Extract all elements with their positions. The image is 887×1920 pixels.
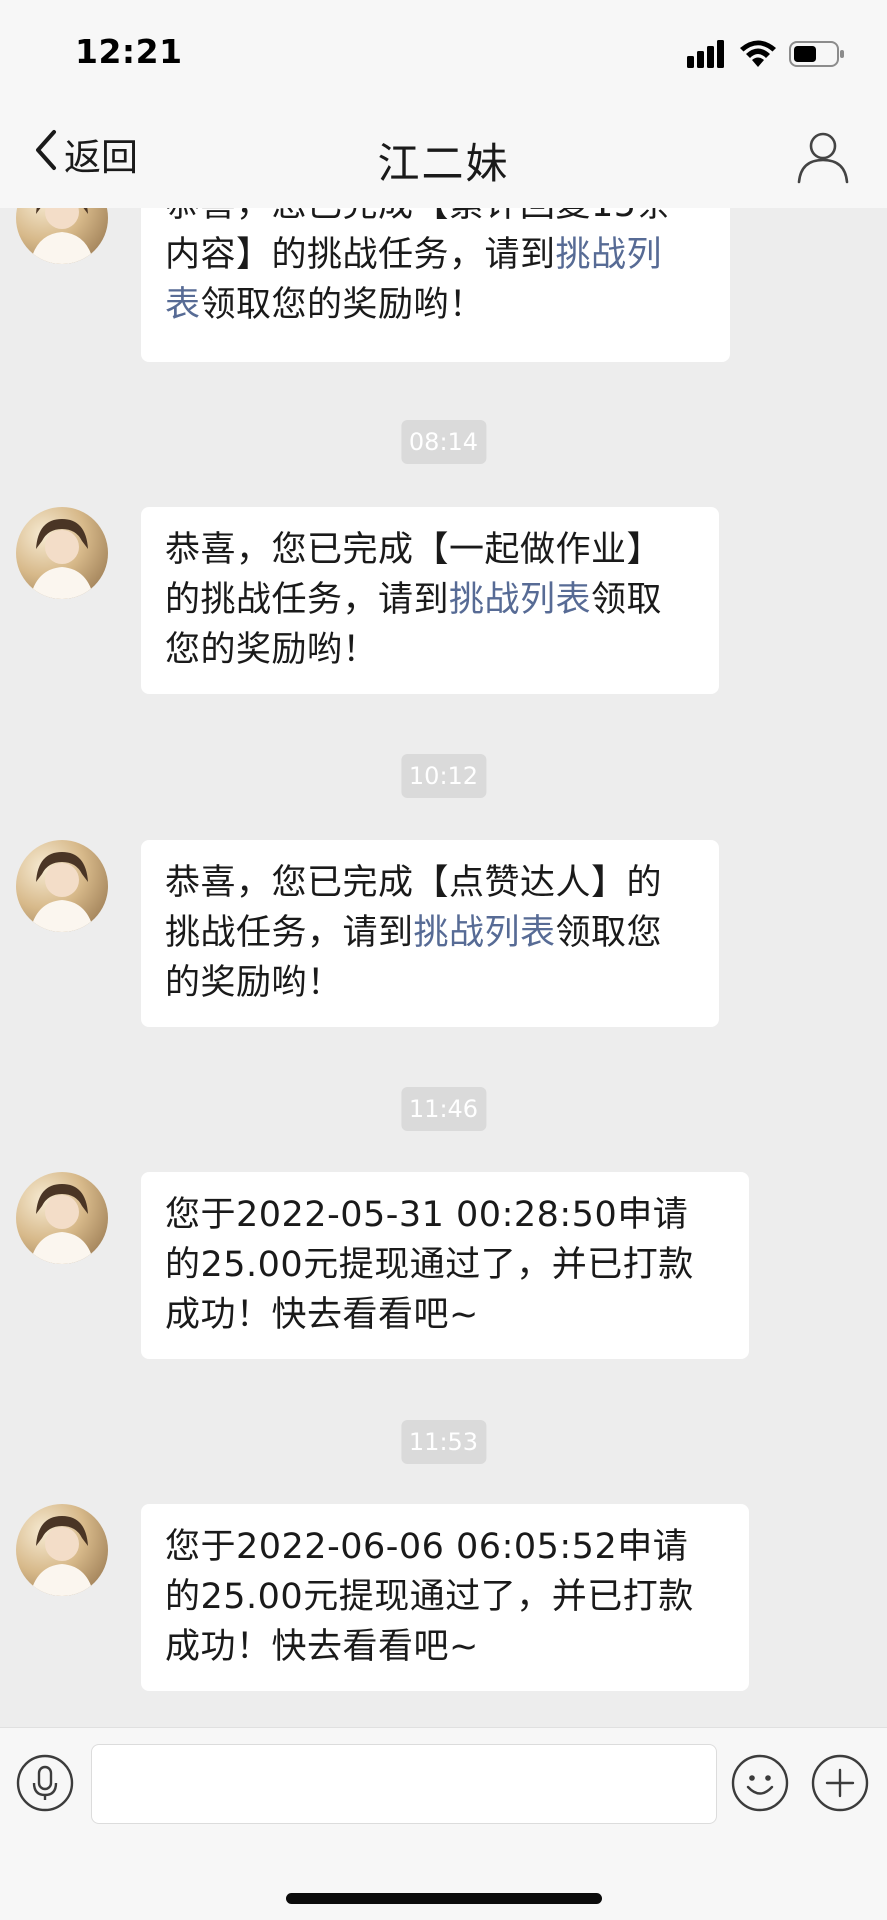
page-title: 江二妹	[377, 139, 510, 188]
home-area	[0, 1842, 887, 1920]
person-icon	[795, 132, 851, 188]
microphone-icon	[16, 1754, 74, 1816]
avatar[interactable]	[16, 1172, 108, 1264]
plus-icon	[811, 1754, 869, 1816]
message-line: 内容】的挑战任务，请到挑战列	[165, 235, 663, 275]
challenge-list-link[interactable]: 挑战列表	[414, 913, 556, 953]
battery-icon	[789, 40, 845, 72]
avatar[interactable]	[16, 840, 108, 932]
nav-bar: 返回 江二妹	[0, 100, 887, 208]
challenge-list-link[interactable]: 表	[165, 285, 201, 325]
message-list[interactable]: 恭喜，您已完成【累计回复15条 内容】的挑战任务，请到挑战列 表领取您的奖励哟！…	[0, 0, 887, 1727]
cellular-signal-icon	[687, 40, 727, 72]
message-line: 挑战任务，请到挑战列表领取您	[165, 913, 663, 953]
message-line: 的25.00元提现通过了，并已打款	[165, 1245, 694, 1285]
voice-button[interactable]	[16, 1754, 74, 1812]
profile-button[interactable]	[795, 128, 851, 184]
message-line: 的25.00元提现通过了，并已打款	[165, 1577, 694, 1617]
timestamp: 08:14	[400, 420, 487, 464]
message-line: 您于2022-05-31 00:28:50申请	[165, 1195, 689, 1235]
message-bubble: 您于2022-05-31 00:28:50申请 的25.00元提现通过了，并已打…	[141, 1172, 749, 1359]
timestamp: 11:53	[400, 1420, 487, 1464]
message-line: 恭喜，您已完成【点赞达人】的	[165, 863, 663, 903]
avatar[interactable]	[16, 1504, 108, 1596]
message-line: 的挑战任务，请到挑战列表领取	[165, 580, 663, 620]
message-line: 您于2022-06-06 06:05:52申请	[165, 1527, 689, 1567]
challenge-list-link[interactable]: 挑战列表	[449, 580, 591, 620]
message-line: 的奖励哟！	[165, 963, 343, 1003]
message-line: 成功！快去看看吧~	[165, 1627, 479, 1667]
message-bubble: 恭喜，您已完成【一起做作业】 的挑战任务，请到挑战列表领取 您的奖励哟！	[141, 507, 719, 694]
chat-screen: 恭喜，您已完成【累计回复15条 内容】的挑战任务，请到挑战列 表领取您的奖励哟！…	[0, 0, 887, 1920]
message-line: 恭喜，您已完成【一起做作业】	[165, 530, 663, 570]
message-line: 成功！快去看看吧~	[165, 1295, 479, 1335]
message-line: 表领取您的奖励哟！	[165, 285, 485, 325]
emoji-button[interactable]	[731, 1754, 789, 1812]
message-line: 您的奖励哟！	[165, 630, 379, 670]
timestamp: 10:12	[400, 754, 487, 798]
status-bar: 12:21	[0, 0, 887, 100]
status-icons	[687, 38, 845, 74]
avatar[interactable]	[16, 507, 108, 599]
more-button[interactable]	[811, 1754, 869, 1812]
smiley-icon	[731, 1754, 789, 1816]
wifi-icon	[739, 40, 777, 72]
status-time: 12:21	[75, 32, 183, 71]
message-bubble: 恭喜，您已完成【点赞达人】的 挑战任务，请到挑战列表领取您 的奖励哟！	[141, 840, 719, 1027]
message-bubble: 您于2022-06-06 06:05:52申请 的25.00元提现通过了，并已打…	[141, 1504, 749, 1691]
input-bar	[0, 1727, 887, 1843]
home-indicator[interactable]	[286, 1893, 602, 1904]
challenge-list-link[interactable]: 挑战列	[556, 235, 663, 275]
message-input[interactable]	[91, 1744, 717, 1824]
timestamp: 11:46	[400, 1087, 487, 1131]
